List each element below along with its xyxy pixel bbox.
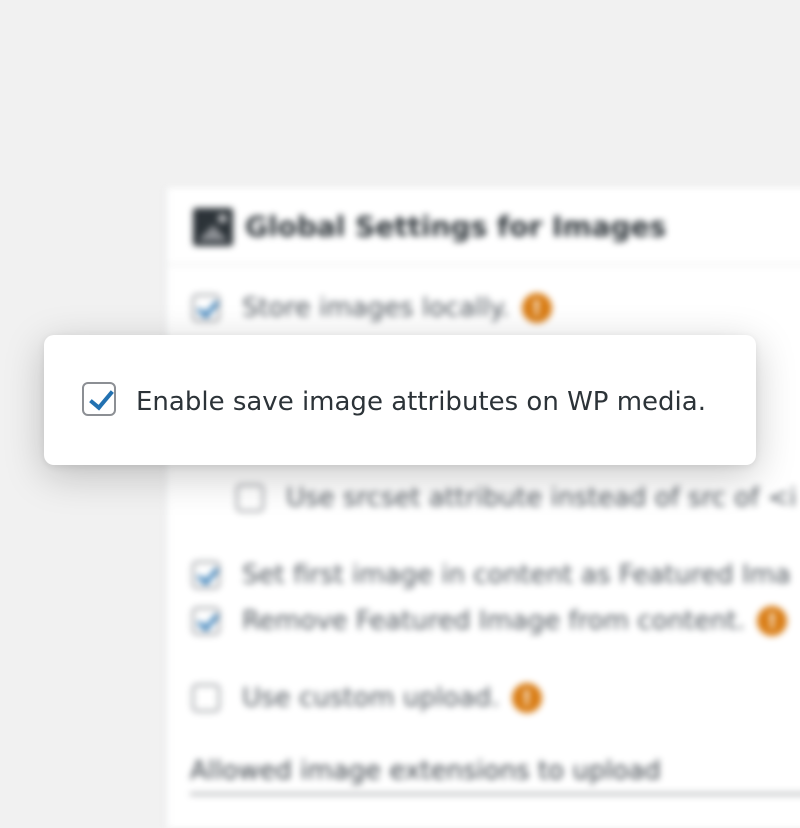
option-store-images-locally[interactable]: Store images locally. ! bbox=[192, 290, 552, 326]
option-set-first-image-featured[interactable]: Set first image in content as Featured I… bbox=[192, 557, 791, 593]
allowed-extensions-label: Allowed image extensions to upload bbox=[190, 756, 661, 786]
enable-save-image-attributes-label[interactable]: Enable save image attributes on WP media… bbox=[136, 387, 706, 417]
option-label: Set first image in content as Featured I… bbox=[242, 560, 791, 590]
option-label: Store images locally. bbox=[242, 293, 510, 323]
enable-save-image-attributes-checkbox[interactable] bbox=[82, 382, 116, 416]
option-label: Use srcset attribute instead of src of <… bbox=[286, 483, 797, 513]
sun-shape bbox=[218, 214, 227, 223]
option-use-srcset[interactable]: Use srcset attribute instead of src of <… bbox=[236, 480, 797, 516]
store-images-locally-checkbox[interactable] bbox=[192, 294, 220, 322]
option-label: Use custom upload. bbox=[242, 683, 500, 713]
option-use-custom-upload[interactable]: Use custom upload. ! bbox=[192, 680, 542, 716]
use-srcset-checkbox[interactable] bbox=[236, 484, 264, 512]
allowed-extensions-input[interactable] bbox=[190, 793, 800, 795]
image-icon bbox=[193, 208, 233, 246]
panel-header: Global Settings for Images bbox=[167, 188, 800, 265]
help-icon[interactable]: ! bbox=[757, 606, 788, 636]
option-label: Remove Featured Image from content. bbox=[242, 606, 746, 636]
help-icon[interactable]: ! bbox=[521, 293, 552, 323]
remove-featured-image-checkbox[interactable] bbox=[192, 607, 220, 635]
mountain-shape bbox=[198, 225, 228, 241]
set-first-image-checkbox[interactable] bbox=[192, 561, 220, 589]
panel-title: Global Settings for Images bbox=[245, 210, 667, 243]
highlight-callout: Enable save image attributes on WP media… bbox=[44, 335, 756, 465]
use-custom-upload-checkbox[interactable] bbox=[192, 684, 220, 712]
option-remove-featured-image[interactable]: Remove Featured Image from content. ! bbox=[192, 603, 788, 639]
help-icon[interactable]: ! bbox=[511, 683, 542, 713]
